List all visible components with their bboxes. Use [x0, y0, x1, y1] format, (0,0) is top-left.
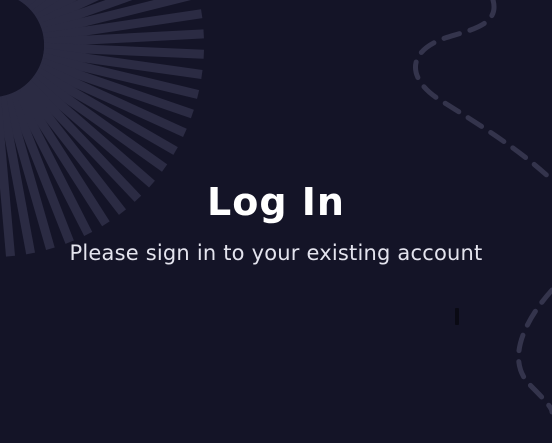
- sunburst-ray: [37, 62, 187, 137]
- sunburst-ray: [41, 0, 192, 37]
- sunburst-ray: [34, 0, 78, 23]
- sunburst-ray: [18, 0, 26, 4]
- sunburst-ray: [39, 57, 194, 119]
- page-subtitle: Please sign in to your existing account: [69, 241, 483, 265]
- sunburst-ray: [37, 0, 100, 28]
- sunburst-ray: [27, 0, 50, 14]
- sunburst-ray: [42, 9, 203, 42]
- sunburst-ray: [43, 42, 204, 59]
- sunburst-ray: [28, 75, 155, 188]
- text-cursor-icon: [455, 308, 459, 325]
- page-title: Log In: [207, 180, 345, 224]
- sunburst-ray: [20, 0, 33, 7]
- sunburst-ray: [42, 47, 203, 79]
- sunburst-ray: [24, 0, 41, 11]
- login-screen: Log In Please sign in to your existing a…: [0, 0, 552, 443]
- sunburst-ray: [31, 71, 168, 172]
- sunburst-ray: [39, 0, 133, 32]
- sunburst-ray: [41, 52, 200, 99]
- sunburst-ray: [31, 0, 62, 19]
- sunburst-ray: [43, 29, 204, 47]
- sunburst-ray: [34, 67, 178, 155]
